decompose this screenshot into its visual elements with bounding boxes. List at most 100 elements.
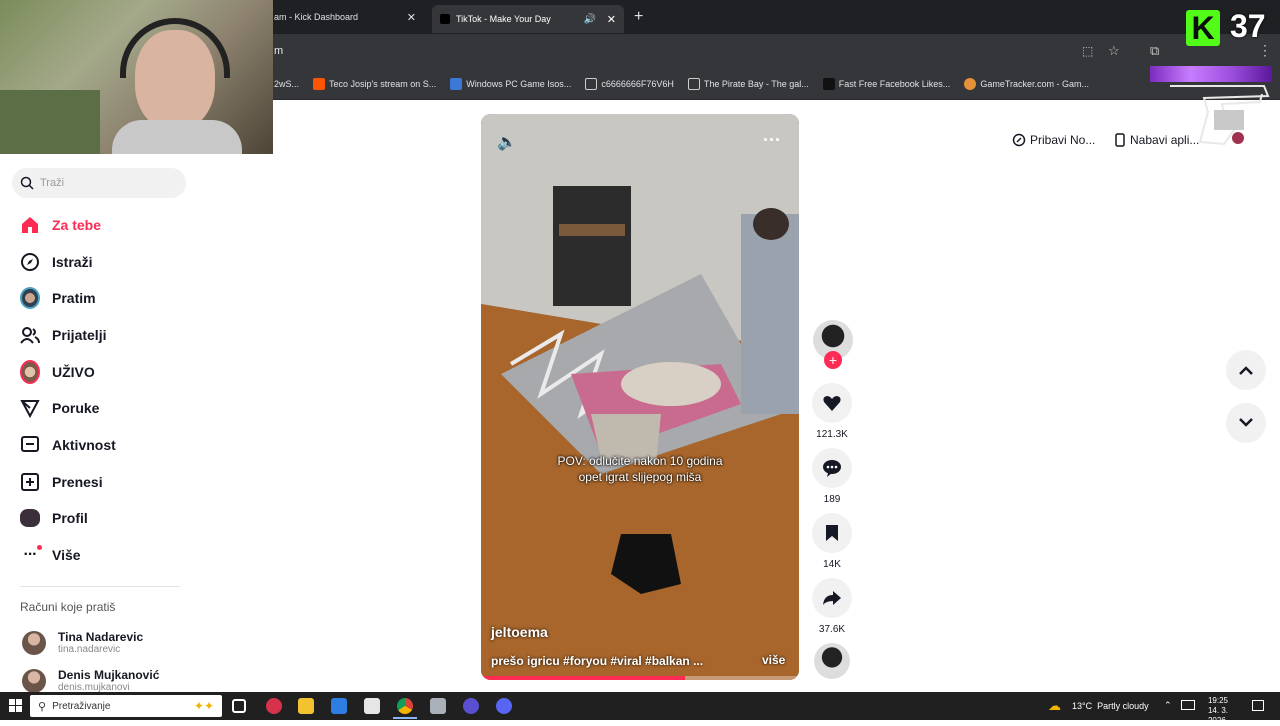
compass-icon — [20, 252, 40, 272]
video-player[interactable]: 🔈 ··· POV: odlučite nakon 10 godina opet… — [481, 114, 799, 680]
bookmark-item[interactable]: Windows PC Game Isos... — [450, 77, 572, 90]
save-action[interactable]: 14K — [812, 513, 852, 570]
previous-video-button[interactable] — [1226, 350, 1266, 390]
edge-icon[interactable] — [331, 698, 347, 714]
bookmark-item[interactable]: c6666666F76V6H — [585, 77, 674, 90]
following-avatar-icon — [20, 287, 40, 309]
bookmark-item[interactable]: 2wS... — [274, 79, 299, 89]
pill-label: Nabavi apli... — [1130, 133, 1200, 147]
tab-kick-dashboard[interactable]: am - Kick Dashboard ✕ — [274, 6, 424, 28]
bookmark-label: The Pirate Bay - The gal... — [703, 78, 809, 89]
sidebar-item-label: Više — [52, 547, 81, 563]
sidebar-item-label: Za tebe — [52, 217, 102, 233]
progress-track[interactable] — [481, 676, 799, 680]
bookmark-label: Teco Josip's stream on S... — [329, 78, 437, 89]
install-icon[interactable]: ⬚ — [1082, 44, 1093, 58]
search-icon — [20, 176, 34, 190]
speaker-icon[interactable]: 🔊 — [584, 14, 596, 25]
sidebar-item-poruke[interactable]: Poruke — [20, 396, 99, 420]
following-account[interactable]: Denis Mujkanović denis.mujkanovi — [22, 668, 159, 693]
file-explorer-icon[interactable] — [298, 698, 314, 714]
bookmark-item[interactable]: The Pirate Bay - The gal... — [687, 77, 809, 90]
chrome-icon[interactable] — [397, 698, 413, 714]
tab-label: am - Kick Dashboard — [274, 12, 359, 22]
weather-text[interactable]: 13°C Partly cloudy — [1072, 701, 1149, 711]
sidebar-item-vise[interactable]: ··· Više — [20, 543, 81, 567]
tiktok-favicon-icon — [440, 14, 450, 24]
sidebar-item-prijatelji[interactable]: Prijatelji — [20, 323, 106, 347]
discord-icon[interactable] — [496, 698, 512, 714]
follow-plus-icon[interactable]: + — [824, 351, 842, 369]
sidebar-item-profil[interactable]: Profil — [20, 506, 88, 530]
chevron-up-icon — [1239, 366, 1253, 375]
pill-label: Pribavi No... — [1030, 133, 1096, 147]
sidebar-item-prenesi[interactable]: Prenesi — [20, 470, 103, 494]
task-view-icon[interactable] — [232, 699, 246, 713]
webcam-background — [0, 90, 100, 154]
share-action[interactable]: 37.6K — [812, 578, 852, 635]
profile-avatar-icon — [20, 508, 40, 528]
heart-icon[interactable] — [812, 383, 852, 423]
video-frame — [481, 114, 799, 680]
chevron-down-icon — [1239, 418, 1253, 427]
search-placeholder: Traži — [40, 177, 65, 189]
more-button[interactable]: više — [762, 653, 785, 667]
star-icon[interactable]: ☆ — [1108, 43, 1120, 59]
bookmark-label: Windows PC Game Isos... — [466, 78, 572, 89]
sound-disc-icon[interactable] — [814, 643, 850, 679]
get-app-button[interactable]: Nabavi apli... — [1114, 126, 1199, 154]
sidebar-item-pratim[interactable]: Pratim — [20, 286, 96, 310]
account-name: Tina Nadarevic — [58, 630, 144, 644]
sidebar-item-aktivnost[interactable]: Aktivnost — [20, 433, 116, 457]
like-action[interactable]: 121.3K — [812, 383, 852, 440]
following-account[interactable]: Tina Nadarevic tina.nadarevic — [22, 630, 143, 655]
video-author[interactable]: jeltoema — [491, 624, 548, 640]
url-text[interactable]: m — [274, 45, 283, 57]
more-options-icon[interactable]: ··· — [763, 130, 781, 151]
app-icon-purple[interactable] — [463, 698, 479, 714]
tab-label: TikTok - Make Your Day — [456, 14, 551, 24]
avatar — [22, 630, 46, 655]
bookmark-item[interactable]: Fast Free Facebook Likes... — [822, 77, 950, 90]
bookmark-label: 2wS... — [274, 78, 300, 89]
app-icon-gray[interactable] — [430, 698, 446, 714]
share-icon[interactable] — [812, 578, 852, 618]
upload-icon — [20, 472, 40, 492]
volume-icon[interactable]: 🔈 — [497, 132, 517, 152]
notification-icon[interactable] — [1252, 700, 1264, 711]
bookmark-icon[interactable] — [812, 513, 852, 553]
comment-icon[interactable] — [812, 448, 852, 488]
viewer-count: 37 — [1230, 8, 1266, 44]
page-icon — [687, 77, 700, 90]
sidebar-item-za-tebe[interactable]: Za tebe — [20, 213, 101, 237]
bookmark-item[interactable]: GameTracker.com - Gam... — [964, 77, 1089, 90]
keyboard-icon[interactable] — [1181, 700, 1195, 710]
clock[interactable]: 19:25 14. 3. 2026. — [1200, 696, 1236, 726]
close-icon[interactable]: ✕ — [607, 13, 616, 26]
sparkle-icon: ✦✦ — [193, 699, 214, 713]
sidebar-item-uzivo[interactable]: UŽIVO — [20, 360, 95, 384]
windows-taskbar: ⚲ Pretraživanje ✦✦ ☁ 13°C Partly cloudy … — [0, 692, 1280, 725]
close-icon[interactable]: ✕ — [407, 11, 416, 24]
sidebar-item-istrazi[interactable]: Istraži — [20, 250, 92, 274]
weather-icon: ☁ — [1048, 698, 1061, 713]
app-icon-red[interactable] — [266, 698, 282, 714]
get-coins-button[interactable]: Pribavi No... — [1012, 126, 1095, 154]
next-video-button[interactable] — [1226, 403, 1266, 443]
new-tab-icon[interactable]: + — [634, 8, 643, 26]
tab-tiktok[interactable]: TikTok - Make Your Day 🔊 ✕ — [432, 5, 624, 33]
send-icon — [20, 398, 40, 418]
bookmark-item[interactable]: Teco Josip's stream on S... — [313, 77, 437, 90]
phone-icon — [1115, 133, 1125, 147]
taskbar-search-input[interactable]: ⚲ Pretraživanje ✦✦ — [30, 695, 222, 717]
windows-start-icon[interactable] — [9, 699, 23, 718]
save-count: 14K — [823, 559, 841, 570]
extensions-icon[interactable]: ⧉ — [1150, 43, 1159, 59]
store-icon[interactable] — [364, 698, 380, 714]
chevron-up-icon[interactable]: ⌃ — [1164, 700, 1172, 711]
clock-date: 14. 3. 2026. — [1207, 706, 1229, 725]
search-input[interactable]: Traži — [12, 168, 186, 198]
home-icon — [20, 215, 40, 235]
comment-action[interactable]: 189 — [812, 448, 852, 505]
active-app-indicator — [393, 717, 417, 719]
